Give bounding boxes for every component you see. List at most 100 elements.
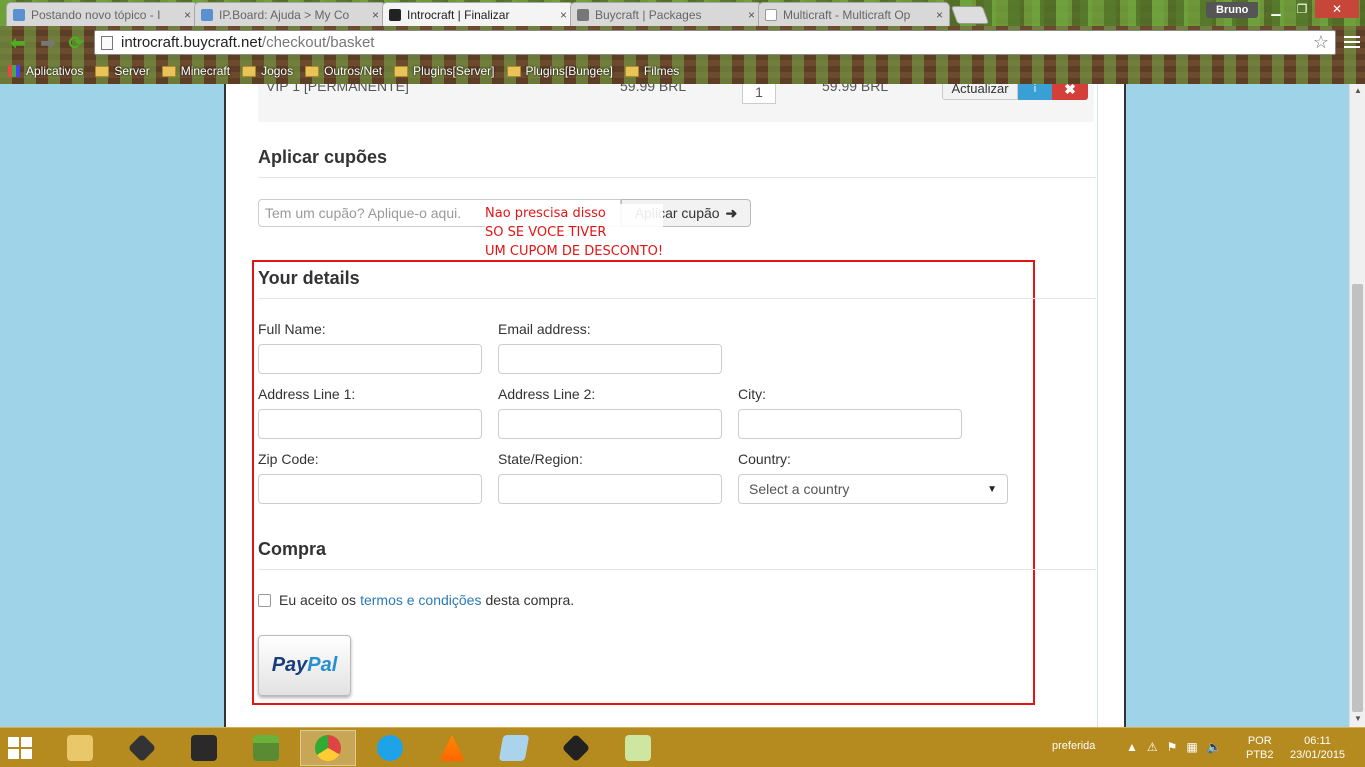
bookmark-folder[interactable]: Plugins[Bungee] <box>506 64 613 78</box>
tab-title: Multicraft - Multicraft Op <box>783 7 911 22</box>
paypal-button[interactable]: Pay Pal <box>258 635 351 696</box>
bookmark-folder[interactable]: Filmes <box>624 64 679 78</box>
warning-icon[interactable]: ⚠ <box>1147 740 1158 754</box>
bookmark-label: Minecraft <box>180 64 231 78</box>
app-taskbar-icon[interactable] <box>176 730 232 766</box>
restore-icon[interactable]: ❐ <box>1289 0 1315 18</box>
browser-toolbar: ⬅ ➡ ⟳ introcraft.buycraft.net/checkout/b… <box>0 28 1365 58</box>
forward-arrow-icon[interactable]: ➡ <box>38 33 58 53</box>
coupon-heading: Aplicar cupões <box>258 147 388 167</box>
update-button[interactable]: Actualizar <box>942 84 1018 100</box>
tiles-icon <box>561 733 591 763</box>
network-icon[interactable]: ▦ <box>1186 740 1197 754</box>
folder-icon <box>67 735 93 761</box>
terms-link[interactable]: termos e condições <box>360 592 481 608</box>
basket-item-total: 59.99 BRL <box>822 84 889 94</box>
close-icon[interactable]: × <box>748 8 755 22</box>
flag-icon[interactable]: ⚑ <box>1167 740 1178 754</box>
bookmark-star-icon[interactable]: ☆ <box>1313 32 1329 53</box>
scroll-up-icon[interactable]: ▲ <box>1354 86 1362 95</box>
full-name-field[interactable] <box>258 344 482 374</box>
page-container: VIP 1 [PERMANENTE] 59.99 BRL 1 59.99 BRL… <box>224 84 1126 727</box>
quantity-input[interactable]: 1 <box>742 84 776 104</box>
address2-field[interactable] <box>498 409 722 439</box>
zip-label: Zip Code: <box>258 451 319 467</box>
new-tab-button[interactable] <box>950 6 990 24</box>
purchase-heading: Compra <box>258 539 327 559</box>
bookmark-folder[interactable]: Outros/Net <box>305 64 382 78</box>
basket-row: VIP 1 [PERMANENTE] 59.99 BRL 1 59.99 BRL… <box>258 84 1094 122</box>
notes-taskbar-icon[interactable] <box>486 730 542 766</box>
speaker-icon[interactable]: 🔈 <box>1207 740 1222 754</box>
page-icon <box>101 35 113 50</box>
bookmarks-bar: Aplicativos Server Minecraft Jogos Outro… <box>0 60 1365 82</box>
country-select[interactable]: Select a country ▼ <box>738 474 1008 504</box>
close-icon[interactable]: × <box>560 8 567 22</box>
bookmark-folder[interactable]: Server <box>95 64 150 78</box>
chrome-menu-icon[interactable] <box>1344 34 1360 50</box>
state-label: State/Region: <box>498 451 583 467</box>
tab-multicraft[interactable]: Multicraft - Multicraft Op × <box>758 2 950 26</box>
minecraft-taskbar-icon[interactable] <box>238 730 294 766</box>
divider <box>258 569 1096 570</box>
close-icon[interactable]: × <box>372 8 379 22</box>
chevron-up-icon[interactable]: ▲ <box>1126 740 1138 754</box>
tab-ipboard[interactable]: IP.Board: Ajuda > My Co × <box>194 2 386 26</box>
page-scrollbar[interactable]: ▲ ▼ <box>1349 84 1365 727</box>
address1-label: Address Line 1: <box>258 386 356 402</box>
city-field[interactable] <box>738 409 962 439</box>
folder-icon <box>394 65 409 77</box>
bookmark-apps[interactable]: Aplicativos <box>8 64 83 78</box>
folder-icon <box>242 65 257 77</box>
tab-buycraft[interactable]: Buycraft | Packages × <box>570 2 762 26</box>
tab-postando[interactable]: Postando novo tópico - I × <box>6 2 198 26</box>
profile-badge[interactable]: Bruno <box>1206 2 1259 18</box>
windows-start-icon[interactable] <box>8 737 32 759</box>
terminal-taskbar-icon[interactable] <box>114 730 170 766</box>
skype-taskbar-icon[interactable] <box>362 730 418 766</box>
bookmark-folder[interactable]: Jogos <box>242 64 293 78</box>
terms-text-before: Eu aceito os <box>279 592 357 608</box>
paypal-logo-pay: Pay <box>271 654 308 676</box>
close-window-icon[interactable]: ✕ <box>1315 0 1359 18</box>
address-bar[interactable]: introcraft.buycraft.net/checkout/basket … <box>94 30 1336 55</box>
vortex-icon <box>13 8 25 21</box>
delete-icon[interactable]: ✖ <box>1052 84 1088 100</box>
chrome-taskbar-icon[interactable] <box>300 730 356 766</box>
notepadpp-taskbar-icon[interactable] <box>610 730 666 766</box>
page-icon <box>765 8 777 21</box>
input-language[interactable]: POR PTB2 <box>1246 734 1274 762</box>
info-icon[interactable]: i <box>1018 84 1052 100</box>
system-clock[interactable]: 06:11 23/01/2015 <box>1290 734 1345 762</box>
full-name-label: Full Name: <box>258 321 326 337</box>
tab-introcraft[interactable]: Introcraft | Finalizar × <box>382 2 574 26</box>
tiles-taskbar-icon[interactable] <box>548 730 604 766</box>
bookmark-folder[interactable]: Plugins[Server] <box>394 64 495 78</box>
close-icon[interactable]: × <box>936 8 943 22</box>
minimize-icon[interactable]: ▁ <box>1263 0 1289 18</box>
address1-field[interactable] <box>258 409 482 439</box>
explorer-taskbar-icon[interactable] <box>52 730 108 766</box>
state-field[interactable] <box>498 474 722 504</box>
browser-chrome: Postando novo tópico - I × IP.Board: Aju… <box>0 0 1365 84</box>
reload-icon[interactable]: ⟳ <box>66 33 86 53</box>
zip-field[interactable] <box>258 474 482 504</box>
tab-strip: Postando novo tópico - I × IP.Board: Aju… <box>6 2 990 26</box>
annotation-line: SO SE VOCE TIVER <box>485 225 607 240</box>
bookmark-folder[interactable]: Minecraft <box>161 64 231 78</box>
basket-item-name: VIP 1 [PERMANENTE] <box>266 84 409 94</box>
scrollbar-thumb[interactable] <box>1352 284 1363 712</box>
apps-grid-icon <box>8 65 20 77</box>
close-icon[interactable]: × <box>184 8 191 22</box>
arrow-right-icon: ➜ <box>725 204 738 221</box>
scroll-down-icon[interactable]: ▼ <box>1354 714 1362 723</box>
vlc-taskbar-icon[interactable] <box>424 730 480 766</box>
red-annotation: Nao prescisa disso SO SE VOCE TIVER UM C… <box>485 204 664 261</box>
email-field[interactable] <box>498 344 722 374</box>
buycraft-icon <box>577 8 589 21</box>
annotation-line: Nao prescisa disso <box>485 206 606 221</box>
terms-checkbox[interactable] <box>258 593 271 607</box>
divider <box>258 298 1096 299</box>
annotation-line: UM CUPOM DE DESCONTO! <box>485 244 664 259</box>
back-arrow-icon[interactable]: ⬅ <box>8 33 28 53</box>
